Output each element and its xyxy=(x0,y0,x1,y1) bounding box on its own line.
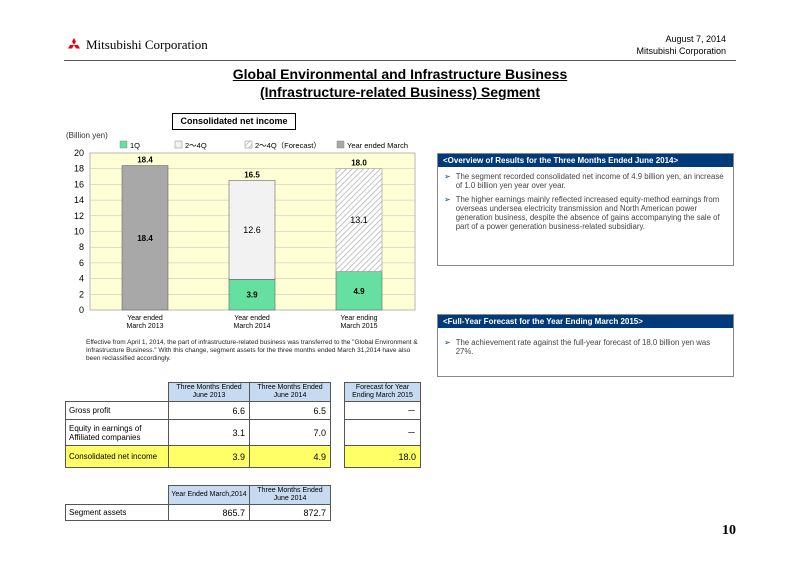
cell-value: － xyxy=(344,401,421,420)
overview-bullet-text: The higher earnings mainly reflected inc… xyxy=(455,195,720,231)
cell-value: 3.9 xyxy=(168,445,250,468)
y-tick-label: 2 xyxy=(79,289,84,299)
y-tick-label: 12 xyxy=(74,211,84,221)
table-row: Equity in earnings of Affiliated compani… xyxy=(65,419,421,446)
col-header: Three Months Ended June 2013 xyxy=(168,382,250,402)
y-tick-label: 0 xyxy=(79,305,84,315)
table-row: Segment assets 865.7 872.7 xyxy=(65,504,331,521)
overview-bullet: ➢ The segment recorded consolidated net … xyxy=(444,172,727,190)
cell-value: 4.9 xyxy=(249,445,331,468)
x-category-label: Year ended xyxy=(234,315,270,322)
col-header: Three Months Ended June 2014 xyxy=(249,485,331,505)
cell-value: － xyxy=(344,419,421,446)
bar-total-label: 16.5 xyxy=(244,170,260,179)
arrow-bullet-icon: ➢ xyxy=(444,195,451,204)
segment-assets-table: Year Ended March,2014 Three Months Ended… xyxy=(65,485,331,521)
col-header: Year Ended March,2014 xyxy=(168,485,250,505)
overview-bullet-text: The segment recorded consolidated net in… xyxy=(455,172,724,190)
page-number: 10 xyxy=(722,523,736,538)
bar-total-label: 18.4 xyxy=(137,156,153,165)
y-tick-label: 20 xyxy=(74,148,84,158)
legend-swatch xyxy=(244,140,253,149)
x-category-label: March 2013 xyxy=(127,323,164,330)
forecast-bullet-text: The achievement rate against the full-ye… xyxy=(455,338,711,356)
overview-heading: <Overview of Results for the Three Month… xyxy=(438,154,733,167)
cell-value: 7.0 xyxy=(249,419,331,446)
arrow-bullet-icon: ➢ xyxy=(444,338,451,347)
results-table: Three Months Ended June 2013 Three Month… xyxy=(65,382,421,468)
cell-value: 6.6 xyxy=(168,401,250,420)
legend-label: 2～4Q xyxy=(185,141,207,150)
forecast-bullet: ➢ The achievement rate against the full-… xyxy=(444,338,727,356)
y-tick-label: 14 xyxy=(74,195,84,205)
chart-title-box: Consolidated net income xyxy=(172,113,296,130)
cell-value: 6.5 xyxy=(249,401,331,420)
header-info: August 7, 2014 Mitsubishi Corporation xyxy=(636,33,726,57)
overview-bullet: ➢ The higher earnings mainly reflected i… xyxy=(444,195,727,231)
y-tick-label: 16 xyxy=(74,179,84,189)
page-title: Global Environmental and Infrastructure … xyxy=(232,66,568,82)
chart-footnote: Effective from April 1, 2014, the part o… xyxy=(86,339,418,362)
header-divider xyxy=(64,60,736,61)
x-category-label: Year ended xyxy=(127,315,163,322)
page-subtitle: (Infrastructure-related Business) Segmen… xyxy=(259,84,541,100)
overview-panel: <Overview of Results for the Three Month… xyxy=(437,153,734,266)
company-logo: Mitsubishi Corporation xyxy=(66,37,208,53)
x-category-label: March 2014 xyxy=(234,323,271,330)
arrow-bullet-icon: ➢ xyxy=(444,172,451,181)
col-header: Three Months Ended June 2014 xyxy=(249,382,331,402)
company-name: Mitsubishi Corporation xyxy=(86,37,208,52)
bar-value-label: 18.4 xyxy=(137,234,153,243)
bar-value-label: 13.1 xyxy=(350,215,368,225)
table-row: Gross profit 6.6 6.5 － xyxy=(65,401,421,420)
row-label: Equity in earnings of Affiliated compani… xyxy=(65,419,169,446)
legend-label: 2～4Q（Forecast） xyxy=(255,141,321,150)
y-tick-label: 6 xyxy=(79,258,84,268)
legend-swatch xyxy=(174,140,183,149)
y-tick-label: 10 xyxy=(74,227,84,237)
col-header: Forecast for Year Ending March 2015 xyxy=(344,382,421,402)
legend-label: 1Q xyxy=(130,141,140,150)
legend-swatch xyxy=(336,140,345,149)
row-label: Segment assets xyxy=(65,504,169,521)
y-tick-label: 18 xyxy=(74,164,84,174)
x-category-label: March 2015 xyxy=(341,323,378,330)
cell-value: 3.1 xyxy=(168,419,250,446)
header-company: Mitsubishi Corporation xyxy=(636,46,726,56)
net-income-chart: 0 2 4 6 8 10 12 14 16 18 20 1Q 2～4Q 2～4Q（Forecast） Yea… xyxy=(74,140,416,330)
y-tick-label: 4 xyxy=(79,274,84,284)
bar-total-label: 18.0 xyxy=(351,159,367,168)
x-category-label: Year ending xyxy=(340,315,377,322)
forecast-heading: <Full-Year Forecast for the Year Ending … xyxy=(438,315,733,328)
report-date: August 7, 2014 xyxy=(665,34,726,44)
three-diamonds-icon xyxy=(68,38,80,49)
row-label: Gross profit xyxy=(65,401,169,420)
table-row: Consolidated net income 3.9 4.9 18.0 xyxy=(65,445,421,468)
forecast-panel: <Full-Year Forecast for the Year Ending … xyxy=(437,314,734,377)
legend-label: Year ended March xyxy=(347,141,408,150)
y-tick-label: 8 xyxy=(79,242,84,252)
bar-value-label: 3.9 xyxy=(246,291,258,300)
legend-swatch xyxy=(119,140,128,149)
cell-value: 872.7 xyxy=(249,504,331,521)
row-label: Consolidated net income xyxy=(65,445,169,468)
bar-value-label: 12.6 xyxy=(243,225,261,235)
bar-value-label: 4.9 xyxy=(353,287,365,296)
cell-value: 865.7 xyxy=(168,504,250,521)
cell-value: 18.0 xyxy=(344,445,421,468)
